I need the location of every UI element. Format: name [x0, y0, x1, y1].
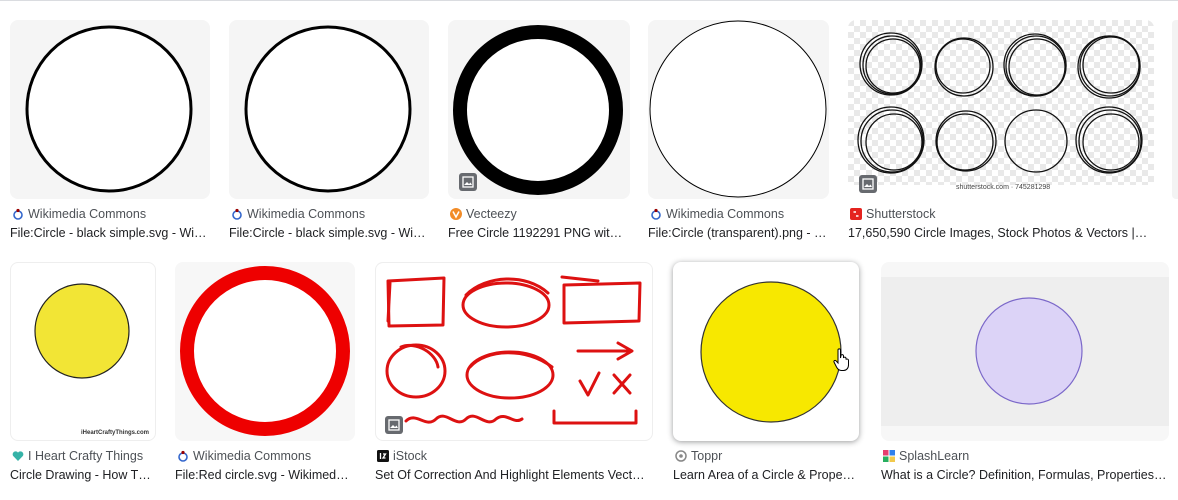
image-badge-icon	[859, 175, 877, 193]
result-source[interactable]: Wikimedia Commons	[231, 206, 365, 222]
result-card-5[interactable]: shutterstock.com · 745281298 Shutterstoc…	[844, 20, 1158, 240]
source-name: I Heart Crafty Things	[28, 449, 144, 463]
source-name: iStock	[393, 449, 428, 463]
source-name: Shutterstock	[866, 207, 936, 221]
result-thumbnail[interactable]: iHeartCraftyThings.com	[10, 262, 156, 441]
wikimedia-icon	[232, 208, 242, 220]
result-source[interactable]: Wikimedia Commons	[650, 206, 784, 222]
shutterstock-icon	[850, 208, 862, 220]
result-card-edge	[1172, 20, 1178, 199]
result-thumbnail[interactable]	[229, 20, 429, 199]
result-caption[interactable]: Learn Area of a Circle & Proper…	[673, 466, 857, 484]
source-name: Wikimedia Commons	[193, 449, 312, 463]
toppr-icon	[675, 450, 687, 462]
stock-watermark: shutterstock.com · 745281298	[956, 184, 1051, 191]
result-source[interactable]: Toppr	[675, 448, 722, 464]
result-card-7[interactable]: Wikimedia Commons File:Red circle.svg - …	[171, 262, 357, 482]
source-name: Vecteezy	[466, 207, 517, 221]
wikimedia-icon	[178, 450, 188, 462]
result-card-10[interactable]: SplashLearn What is a Circle? Definition…	[877, 262, 1169, 482]
source-name: Toppr	[691, 449, 723, 463]
result-card-9[interactable]: Toppr Learn Area of a Circle & Proper…	[669, 262, 863, 482]
result-thumbnail[interactable]	[10, 20, 210, 199]
result-caption[interactable]: Free Circle 1192291 PNG wit…	[448, 224, 630, 242]
result-card-2[interactable]: Wikimedia Commons File:Circle - black si…	[225, 20, 430, 240]
result-caption[interactable]: Set Of Correction And Highlight Elements…	[375, 466, 647, 484]
result-caption[interactable]: Circle Drawing - How T…	[10, 466, 154, 484]
result-caption[interactable]: File:Circle - black simple.svg - Wi…	[229, 224, 429, 242]
result-thumbnail[interactable]	[673, 262, 859, 441]
wikimedia-icon	[651, 208, 661, 220]
source-name: SplashLearn	[899, 449, 970, 463]
result-thumbnail[interactable]	[648, 20, 829, 199]
splashlearn-icon	[883, 450, 895, 462]
result-source[interactable]: Vecteezy	[450, 206, 517, 222]
wikimedia-icon	[13, 208, 23, 220]
source-name: Wikimedia Commons	[666, 207, 785, 221]
result-thumbnail[interactable]	[448, 20, 630, 199]
result-caption[interactable]: File:Circle - black simple.svg - Wi…	[10, 224, 210, 242]
image-badge-icon	[459, 173, 477, 191]
result-source[interactable]: Wikimedia Commons	[12, 206, 146, 222]
stock-watermark: iHeartCraftyThings.com	[80, 430, 149, 436]
vecteezy-icon	[450, 208, 462, 220]
result-source[interactable]: SplashLearn	[883, 448, 969, 464]
result-caption[interactable]: File:Red circle.svg - Wikimedi…	[175, 466, 351, 484]
hand-cursor-icon	[833, 348, 849, 371]
source-name: Wikimedia Commons	[28, 207, 147, 221]
result-card-3[interactable]: Vecteezy Free Circle 1192291 PNG wit…	[444, 20, 630, 240]
result-card-1[interactable]: Wikimedia Commons File:Circle - black si…	[6, 20, 211, 240]
result-caption[interactable]: File:Circle (transparent).png - …	[648, 224, 828, 242]
image-badge-icon	[385, 416, 403, 434]
heart-icon	[12, 451, 24, 461]
result-source[interactable]: Wikimedia Commons	[177, 448, 311, 464]
result-source[interactable]: iStock	[377, 448, 427, 464]
result-card-4[interactable]: Wikimedia Commons File:Circle (transpare…	[644, 20, 830, 240]
istock-icon	[377, 450, 389, 462]
result-thumbnail[interactable]	[375, 262, 653, 441]
result-card-6[interactable]: iHeartCraftyThings.com I Heart Crafty Th…	[6, 262, 156, 482]
top-divider	[0, 0, 1178, 1]
source-name: Wikimedia Commons	[247, 207, 366, 221]
result-thumbnail[interactable]: shutterstock.com · 745281298	[848, 20, 1154, 199]
result-caption[interactable]: What is a Circle? Definition, Formulas, …	[881, 466, 1167, 484]
result-source[interactable]: I Heart Crafty Things	[12, 448, 143, 464]
result-source[interactable]: Shutterstock	[850, 206, 935, 222]
result-card-8[interactable]: iStock Set Of Correction And Highlight E…	[371, 262, 657, 482]
result-thumbnail[interactable]	[881, 262, 1169, 441]
result-thumbnail[interactable]	[175, 262, 355, 441]
result-caption[interactable]: 17,650,590 Circle Images, Stock Photos &…	[848, 224, 1148, 242]
